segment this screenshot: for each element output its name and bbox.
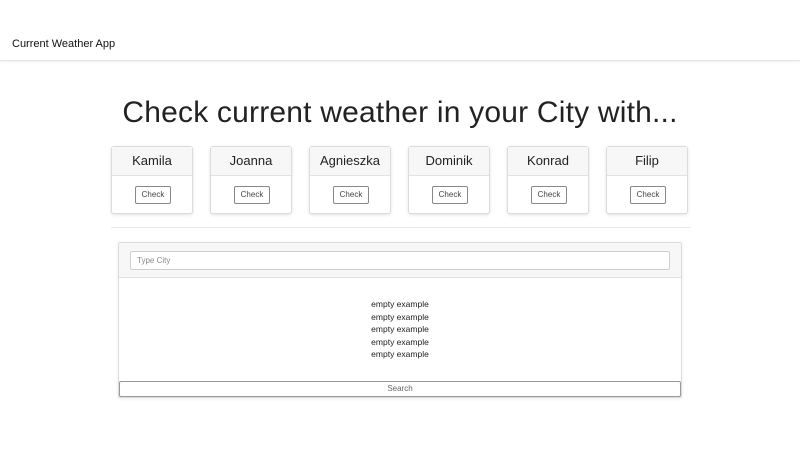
person-card-konrad: Konrad Check	[507, 146, 589, 214]
city-input[interactable]	[130, 251, 670, 270]
result-item: empty example	[371, 311, 429, 322]
person-card-filip: Filip Check	[606, 146, 688, 214]
check-button-agnieszka[interactable]: Check	[333, 186, 369, 204]
check-button-dominik[interactable]: Check	[432, 186, 468, 204]
search-panel-header	[119, 243, 681, 278]
person-name: Dominik	[409, 147, 489, 176]
result-item: empty example	[371, 349, 429, 360]
check-button-konrad[interactable]: Check	[531, 186, 567, 204]
results-list: empty example empty example empty exampl…	[119, 298, 681, 361]
result-item: empty example	[371, 299, 429, 309]
person-name: Konrad	[508, 147, 588, 176]
search-button[interactable]: Search	[119, 381, 681, 397]
person-card-kamila: Kamila Check	[111, 146, 193, 214]
person-card-joanna: Joanna Check	[210, 146, 292, 214]
check-button-joanna[interactable]: Check	[234, 186, 270, 204]
page-heading: Check current weather in your City with.…	[122, 96, 678, 129]
person-name: Kamila	[112, 147, 192, 176]
person-card-dominik: Dominik Check	[408, 146, 490, 214]
divider	[111, 227, 690, 228]
navbar: Current Weather App	[0, 0, 800, 61]
check-button-filip[interactable]: Check	[630, 186, 666, 204]
person-name: Agnieszka	[310, 147, 390, 176]
person-card-agnieszka: Agnieszka Check	[309, 146, 391, 214]
person-name: Joanna	[211, 147, 291, 176]
person-name: Filip	[607, 147, 687, 176]
app-title[interactable]: Current Weather App	[12, 38, 115, 50]
result-item: empty example	[371, 324, 429, 335]
check-button-kamila[interactable]: Check	[135, 186, 171, 204]
search-panel: empty example empty example empty exampl…	[118, 242, 682, 398]
result-item: empty example	[371, 336, 429, 347]
